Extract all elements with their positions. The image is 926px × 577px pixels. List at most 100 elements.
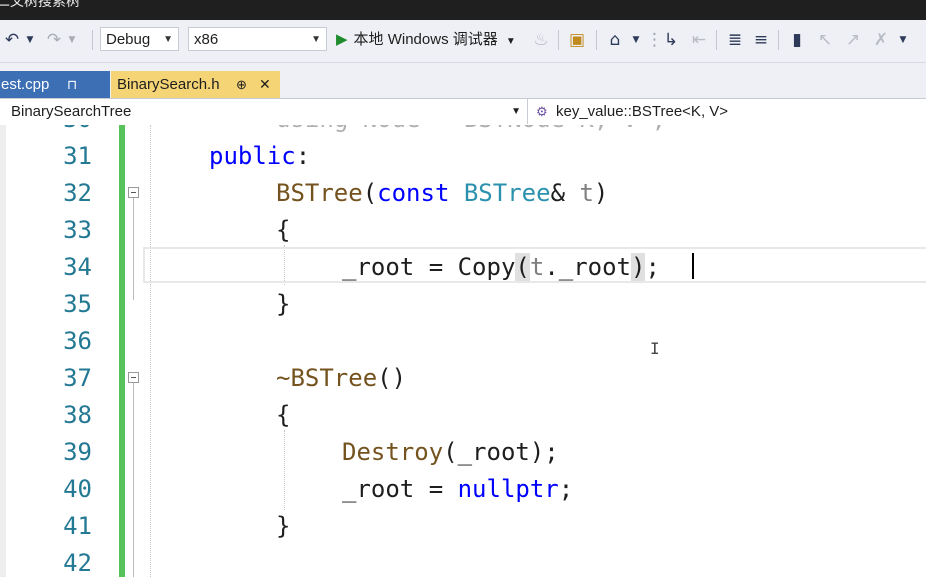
window-titlebar: 二叉树搜索树 [0, 0, 926, 20]
fold-guide-line [133, 198, 134, 300]
uncomment-lines-icon[interactable]: ≡ [750, 28, 772, 52]
bookmark-icon[interactable]: ▮ [786, 28, 808, 52]
code-editor[interactable]: 30 31 32 33 34 35 36 37 38 39 40 41 42 u… [0, 125, 926, 577]
indent-guide [150, 125, 151, 577]
document-tab-strip: est.cpp ⊓ BinarySearch.h ⊕ ✕ [0, 63, 926, 98]
play-icon: ▶ [336, 31, 348, 48]
member-root: _root [342, 475, 415, 503]
line-number: 38 [63, 401, 92, 429]
class-icon: ⚙ [536, 104, 548, 119]
prev-bookmark-icon[interactable]: ↖ [814, 28, 836, 52]
line-number: 36 [63, 327, 92, 355]
next-bookmark-icon[interactable]: ↗ [842, 28, 864, 52]
home-icon[interactable]: ⌂ [604, 28, 626, 52]
call-copy: Copy [457, 253, 516, 281]
code-line-30: using Node = BSTNode<K, V>; [276, 125, 666, 133]
line-number: 40 [63, 475, 92, 503]
code-line-40: _root = nullptr; [342, 475, 573, 503]
comment-lines-icon[interactable]: ≣ [724, 28, 746, 52]
assign-op: = [414, 253, 458, 281]
fold-collapse-icon[interactable] [128, 372, 139, 383]
fold-collapse-icon[interactable] [128, 187, 139, 198]
toolbar-grip-icon: ⋮ [646, 30, 663, 50]
indent-guide [284, 430, 285, 510]
tab-test-cpp[interactable]: est.cpp ⊓ [0, 71, 110, 98]
step-into-icon[interactable]: ↳ [660, 28, 682, 52]
code-line-34: _root = Copy(t._root); [342, 253, 660, 281]
toolbar-separator [778, 30, 779, 50]
mouse-ibeam-cursor: I [650, 339, 660, 358]
window-title: 二叉树搜索树 [0, 0, 80, 10]
param-t: t [529, 253, 545, 281]
paren-open: ( [362, 179, 378, 207]
hot-reload-icon[interactable]: ♨ [532, 28, 550, 52]
tab-label: est.cpp [1, 76, 50, 93]
change-tracking-bar [119, 125, 125, 577]
code-line-37: ~BSTree() [276, 364, 406, 392]
line-number: 31 [63, 142, 92, 170]
toolbar-separator [716, 30, 717, 50]
pin-icon[interactable]: ⊕ [236, 71, 247, 98]
line-number: 30 [0, 125, 92, 133]
folder-icon[interactable]: ▣ [566, 28, 588, 52]
solution-config-value: Debug [106, 31, 151, 48]
tab-binarysearch-h[interactable]: BinarySearch.h ⊕ ✕ [111, 71, 280, 98]
chevron-down-icon[interactable]: ▼ [630, 28, 642, 52]
chevron-down-icon: ▼ [311, 34, 321, 45]
toolbar-separator [558, 30, 559, 50]
semicolon: ; [645, 253, 660, 281]
undo-dropdown-icon[interactable]: ▼ [24, 28, 36, 52]
constructor-name: BSTree [276, 179, 363, 207]
member-access: ._root [544, 253, 632, 281]
navigation-bar: BinarySearchTree ▼ ⚙ key_value::BSTree<K… [0, 98, 926, 126]
close-icon[interactable]: ✕ [259, 71, 271, 98]
line-number: 33 [63, 216, 92, 244]
toolbar-separator [596, 30, 597, 50]
solution-config-select[interactable]: Debug ▼ [100, 27, 179, 51]
main-toolbar: ↶ ▼ ↷ ▼ Debug ▼ x86 ▼ ▶ 本地 Windows 调试器 ▼ … [0, 20, 926, 63]
tab-label: BinarySearch.h [117, 76, 220, 93]
pin-icon[interactable]: ⊓ [67, 71, 77, 98]
start-debugging-button[interactable]: ▶ 本地 Windows 调试器 ▼ [336, 27, 516, 53]
line-number: 41 [63, 512, 92, 540]
undo-icon[interactable]: ↶ [2, 28, 22, 52]
clear-bookmarks-icon[interactable]: ✗ [870, 28, 892, 52]
fold-guide-line [133, 383, 134, 577]
toolbar-separator [92, 30, 93, 50]
chevron-down-icon: ▼ [505, 36, 516, 47]
code-line-41: } [276, 512, 291, 540]
keyword-nullptr: nullptr [457, 475, 559, 503]
redo-dropdown-icon[interactable]: ▼ [66, 28, 78, 52]
text-caret [692, 253, 694, 279]
colon: : [295, 142, 311, 170]
param-t: t [579, 179, 594, 207]
chevron-down-icon: ▼ [511, 106, 521, 117]
code-line-31: public: [209, 142, 310, 170]
call-args: (_root); [443, 438, 559, 466]
paren-open-match: ( [515, 253, 530, 281]
code-line-39: Destroy(_root); [342, 438, 559, 466]
scope-dropdown[interactable]: BinarySearchTree ▼ [0, 99, 528, 124]
line-number: 42 [63, 549, 92, 577]
platform-value: x86 [194, 31, 219, 48]
scope-value: BinarySearchTree [11, 103, 132, 120]
line-number-gutter: 30 31 32 33 34 35 36 37 38 39 40 41 42 [0, 125, 100, 577]
line-number: 32 [63, 179, 92, 207]
parens: () [377, 364, 407, 392]
paren-close: ) [593, 179, 609, 207]
redo-icon[interactable]: ↷ [44, 28, 64, 52]
paren-close-match: ) [631, 253, 646, 281]
toolbar-overflow-icon[interactable]: ▼ [896, 28, 910, 52]
code-line-38: { [276, 401, 291, 429]
member-dropdown[interactable]: ⚙ key_value::BSTree<K, V> [532, 99, 926, 124]
type-bstree: BSTree [463, 179, 551, 207]
assign-op: = [414, 475, 458, 503]
semicolon: ; [558, 475, 574, 503]
step-over-icon[interactable]: ⇤ [688, 28, 710, 52]
destructor-name: ~BSTree [276, 364, 378, 392]
keyword-public: public [209, 142, 296, 170]
platform-select[interactable]: x86 ▼ [188, 27, 327, 51]
code-line-32: BSTree(const BSTree& t) [276, 179, 608, 207]
call-destroy: Destroy [342, 438, 444, 466]
